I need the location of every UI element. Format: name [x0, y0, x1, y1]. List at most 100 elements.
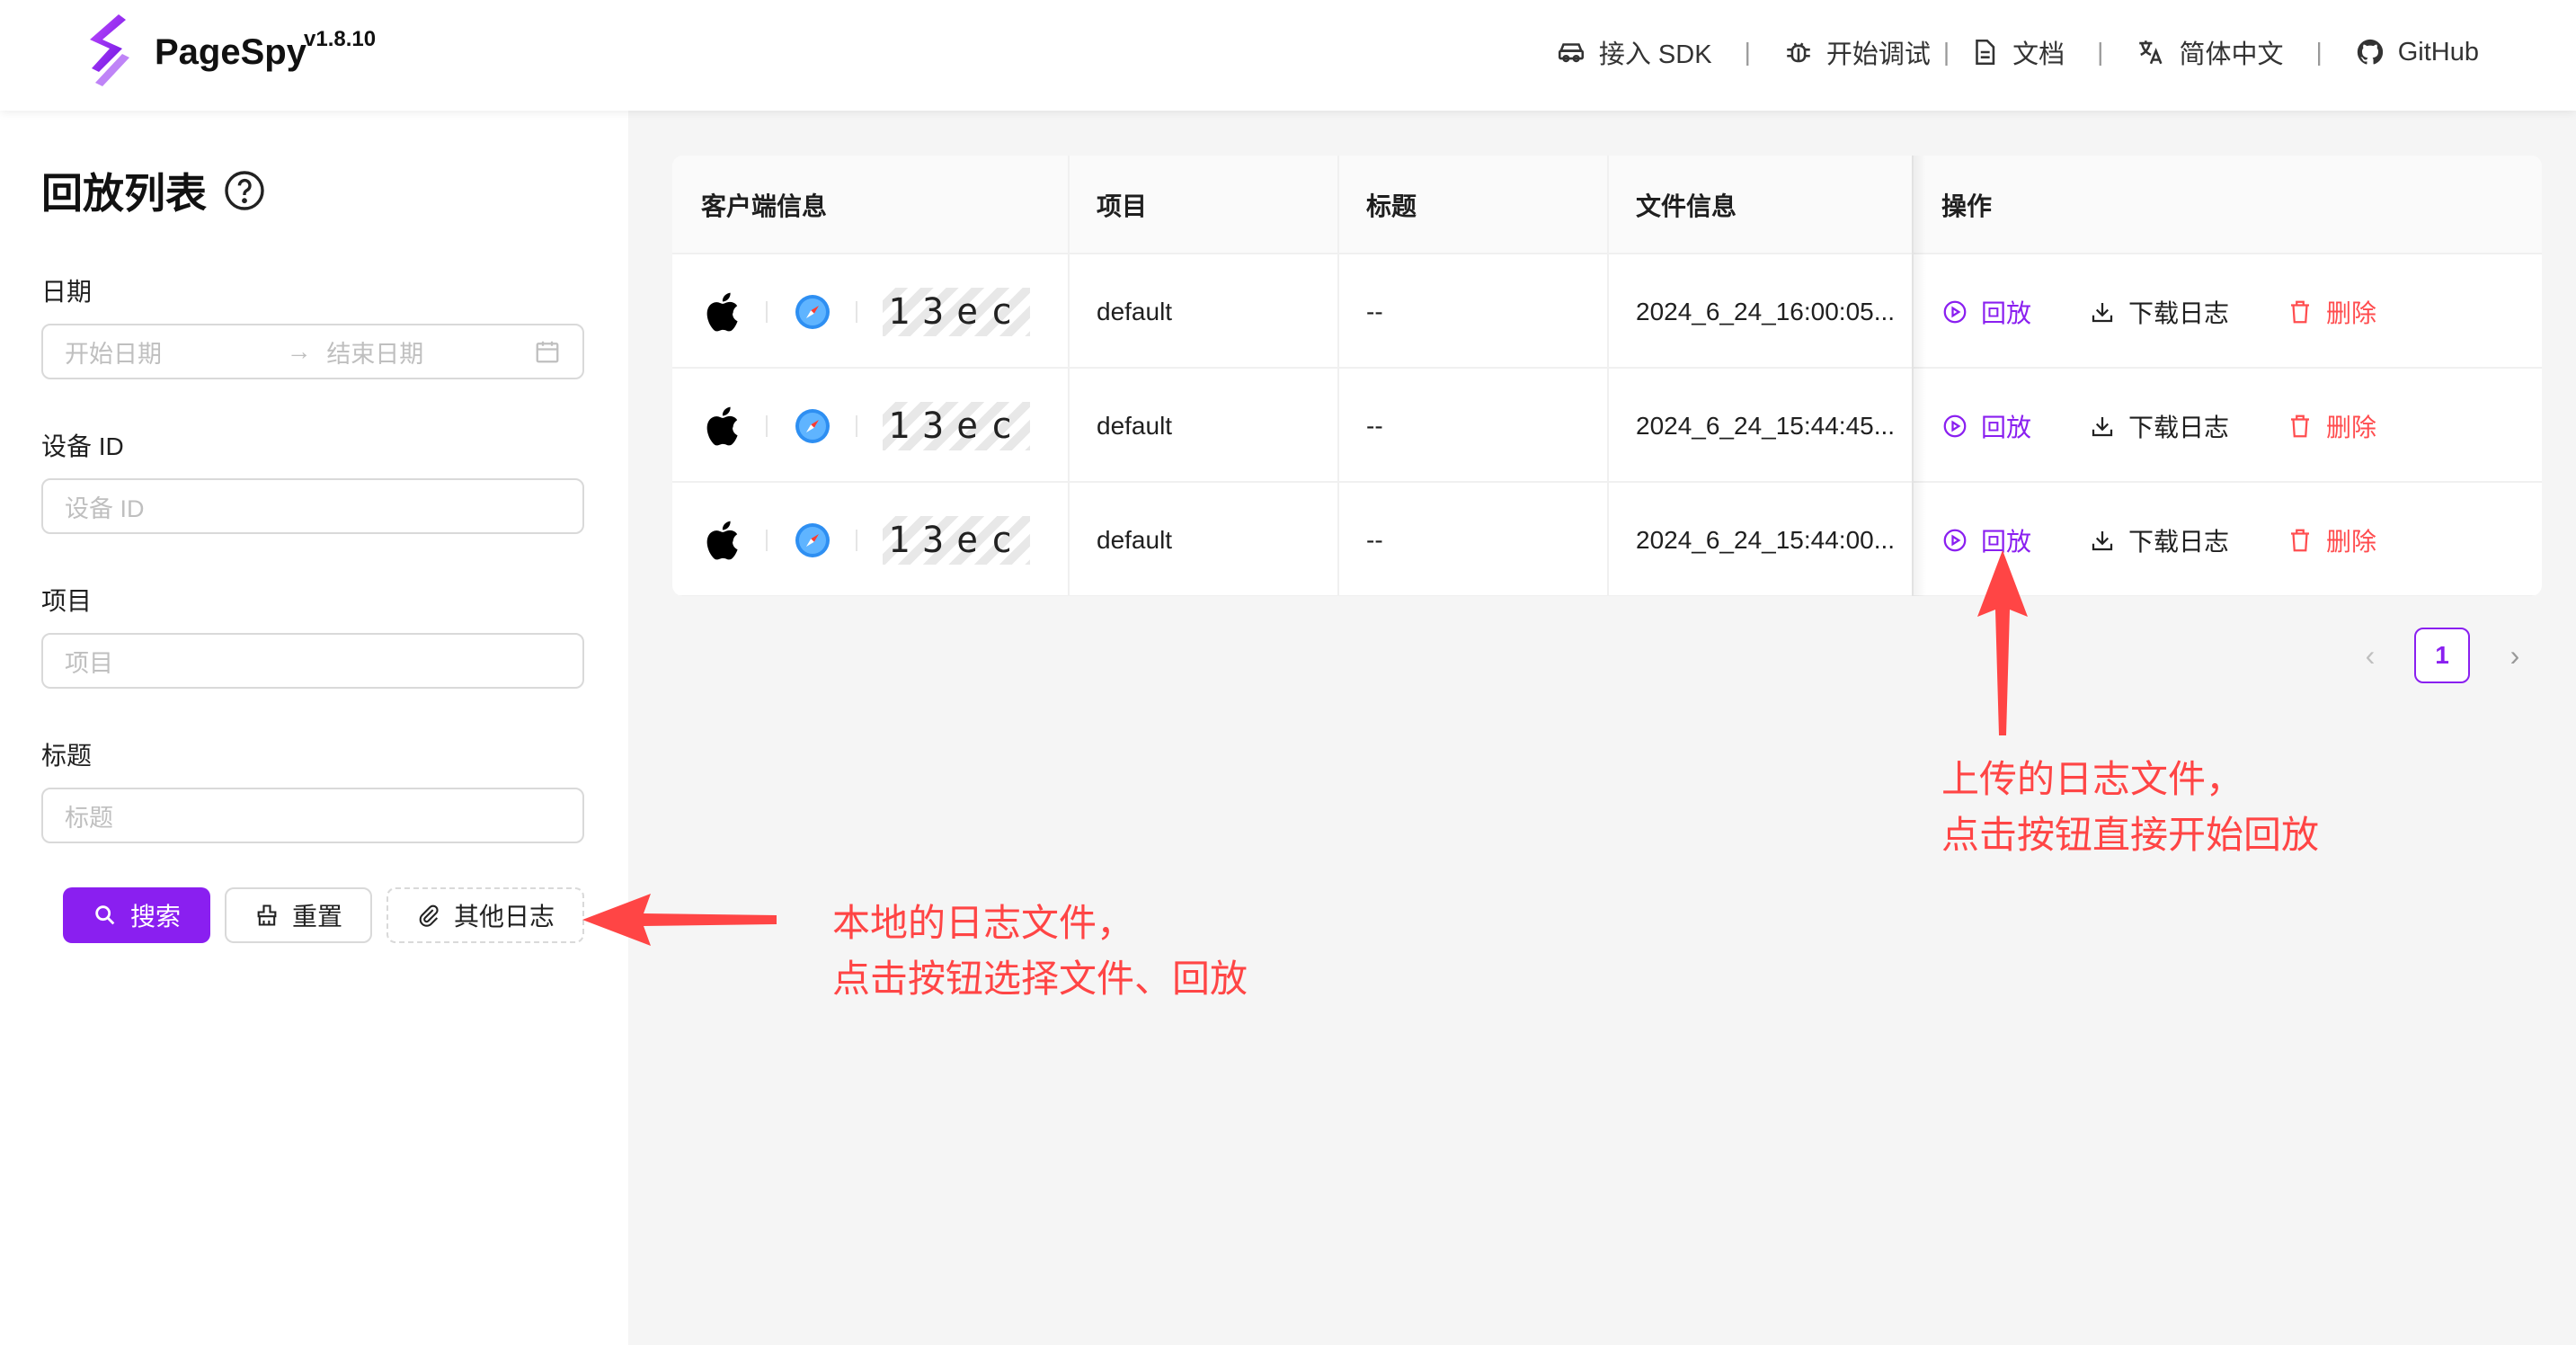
safari-icon — [795, 522, 830, 557]
brand-name[interactable]: PageSpy — [155, 32, 306, 73]
date-range-picker[interactable]: 开始日期 → 结束日期 — [41, 324, 584, 379]
filter-sidebar: 回放列表 日期 开始日期 → 结束日期 设备 ID 设备 ID 项目 项目 标题… — [0, 111, 628, 1345]
annotation-arrow-left-icon — [582, 894, 777, 946]
nav-docs[interactable]: 文档 — [1969, 33, 2065, 71]
column-header-client: 客户端信息 — [701, 192, 828, 220]
date-range-arrow: → — [286, 337, 312, 365]
client-info-cell: 13ec — [672, 483, 1068, 596]
page-title: 回放列表 — [41, 161, 266, 220]
safari-icon — [795, 294, 830, 329]
download-icon — [2092, 416, 2113, 436]
client-divider — [856, 414, 857, 437]
title-label: 标题 — [41, 742, 93, 770]
calendar-icon — [536, 341, 559, 363]
fixed-column-shadow — [1912, 156, 1926, 596]
client-info-cell: 13ec — [672, 254, 1068, 369]
device-id-badge: 13ec — [883, 515, 1031, 565]
clear-icon — [257, 904, 277, 926]
replay-button[interactable]: 回放 — [1941, 294, 2031, 330]
start-date-input[interactable]: 开始日期 — [65, 334, 271, 370]
project-cell: default — [1097, 297, 1173, 325]
client-divider — [856, 300, 857, 323]
date-label: 日期 — [41, 278, 93, 306]
pagination-next-button[interactable]: › — [2492, 628, 2537, 683]
delete-button[interactable]: 删除 — [2287, 294, 2376, 330]
nav-language-label: 简体中文 — [2179, 40, 2284, 69]
nav-divider: | — [1942, 38, 1950, 66]
reset-button[interactable]: 重置 — [225, 887, 372, 943]
nav-divider: | — [2315, 38, 2323, 66]
actions-cell: 回放 下载日志 删除 — [1913, 254, 2542, 369]
search-button-label: 搜索 — [129, 903, 181, 931]
pagination-prev-button[interactable]: ‹ — [2348, 628, 2393, 683]
nav-language[interactable]: 简体中文 — [2136, 33, 2283, 71]
column-header-title: 标题 — [1366, 192, 1417, 220]
nav-divider: | — [2097, 38, 2104, 66]
file-info-cell: 2024_6_24_15:44:00... — [1636, 525, 1896, 554]
device-id-label: 设备 ID — [41, 432, 124, 460]
device-id-badge: 13ec — [883, 287, 1031, 336]
nav-github[interactable]: GitHub — [2355, 37, 2479, 67]
translate-icon — [2139, 40, 2163, 65]
trash-icon — [2291, 414, 2310, 437]
title-input[interactable]: 标题 — [41, 788, 584, 843]
annotation-line: 本地的日志文件， — [832, 901, 1135, 945]
download-label: 下载日志 — [2128, 413, 2230, 441]
device-id-input[interactable]: 设备 ID — [41, 478, 584, 534]
annotation-line: 点击按钮选择文件、回放 — [832, 957, 1248, 1001]
column-header-file: 文件信息 — [1636, 192, 1737, 220]
replay-table: 客户端信息 项目 标题 文件信息 操作 13ec default -- 2024… — [672, 156, 2542, 596]
project-label: 项目 — [41, 587, 93, 615]
other-logs-button-label: 其他日志 — [453, 903, 555, 931]
replay-label: 回放 — [1981, 298, 2032, 327]
trash-icon — [2291, 529, 2310, 551]
search-button[interactable]: 搜索 — [63, 887, 210, 943]
download-label: 下载日志 — [2128, 527, 2230, 556]
project-input[interactable]: 项目 — [41, 633, 584, 689]
file-info-cell: 2024_6_24_15:44:45... — [1636, 411, 1896, 440]
nav-sdk-label: 接入 SDK — [1598, 40, 1712, 69]
pagination-page-1[interactable]: 1 — [2414, 628, 2470, 683]
delete-button[interactable]: 删除 — [2287, 408, 2376, 444]
column-divider — [1337, 156, 1339, 596]
download-icon — [2092, 530, 2113, 550]
help-icon[interactable] — [223, 169, 266, 212]
annotation-uploaded-logs: 上传的日志文件， 点击按钮直接开始回放 — [1941, 752, 2319, 863]
apple-icon — [706, 292, 738, 331]
annotation-arrow-up-icon — [1977, 550, 2028, 735]
version-label: v1.8.10 — [304, 27, 377, 51]
nav-debug[interactable]: 开始调试 — [1783, 33, 1931, 71]
client-divider — [766, 300, 768, 323]
client-info-cell: 13ec — [672, 369, 1068, 483]
top-header: PageSpy v1.8.10 接入 SDK | 开始调试 | 文档 | 简体中… — [0, 0, 2576, 111]
github-icon — [2357, 39, 2383, 65]
replay-label: 回放 — [1981, 413, 2032, 441]
replay-button[interactable]: 回放 — [1941, 408, 2031, 444]
trash-icon — [2291, 300, 2310, 323]
play-circle-icon — [1943, 300, 1967, 323]
pagespy-logo-icon[interactable] — [83, 13, 137, 88]
reset-button-label: 重置 — [291, 903, 342, 931]
project-cell: default — [1097, 411, 1173, 440]
end-date-input[interactable]: 结束日期 — [326, 334, 533, 370]
annotation-line: 点击按钮直接开始回放 — [1941, 813, 2320, 857]
download-label: 下载日志 — [2128, 298, 2230, 327]
delete-button[interactable]: 删除 — [2287, 522, 2376, 558]
other-logs-button[interactable]: 其他日志 — [386, 887, 584, 943]
download-icon — [2092, 302, 2113, 322]
column-header-project: 项目 — [1097, 192, 1148, 220]
delete-label: 删除 — [2326, 527, 2377, 556]
paperclip-icon — [419, 904, 439, 927]
play-circle-icon — [1943, 414, 1967, 437]
column-divider — [1607, 156, 1609, 596]
download-log-button[interactable]: 下载日志 — [2089, 408, 2229, 444]
download-log-button[interactable]: 下载日志 — [2089, 522, 2229, 558]
nav-sdk[interactable]: 接入 SDK — [1556, 33, 1712, 71]
safari-icon — [795, 408, 830, 443]
download-log-button[interactable]: 下载日志 — [2089, 294, 2229, 330]
search-icon — [95, 905, 115, 925]
title-cell: -- — [1366, 525, 1383, 554]
client-divider — [856, 529, 857, 551]
file-info-cell: 2024_6_24_16:00:05... — [1636, 297, 1896, 325]
document-icon — [1976, 39, 1995, 66]
